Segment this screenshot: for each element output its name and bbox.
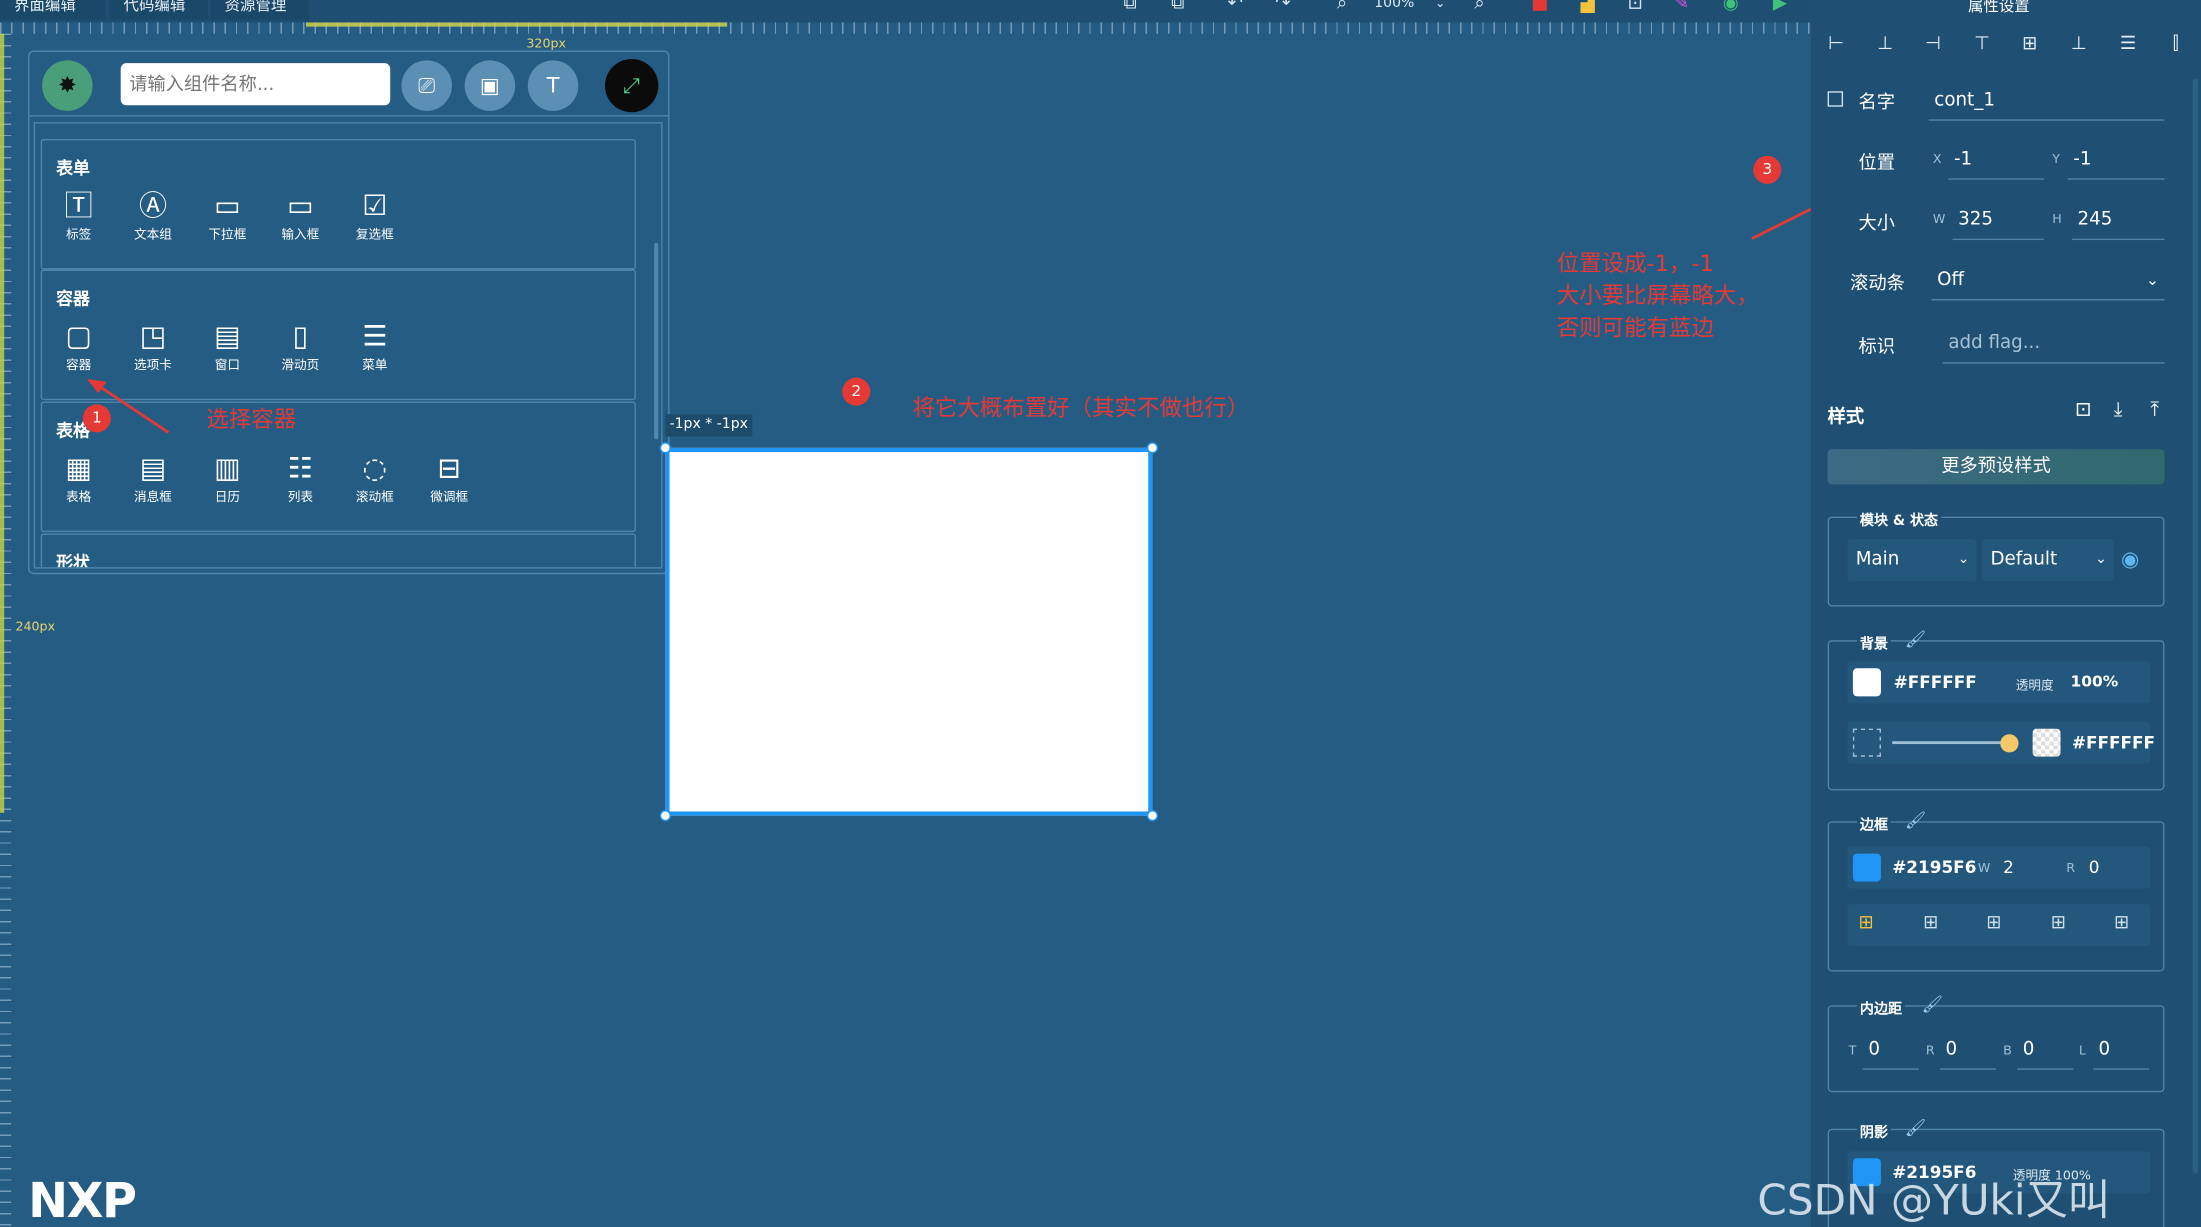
watermark: CSDN @YUki又叫6777 bbox=[1757, 1176, 2110, 1226]
position-label: 位置 bbox=[1858, 153, 1896, 175]
padding-left-field[interactable]: 0 bbox=[2092, 1030, 2150, 1070]
export-style-icon[interactable]: ⤒ bbox=[2143, 399, 2165, 421]
grad-color-swatch[interactable] bbox=[2032, 728, 2061, 757]
part-select[interactable]: Main ⌄ bbox=[1847, 539, 1977, 582]
chevron-down-icon: ⌄ bbox=[2145, 270, 2159, 290]
x-field[interactable]: -1 bbox=[1948, 140, 2044, 180]
background-title: 背景 bbox=[1857, 631, 1891, 653]
annotation-pos-line2: 大小要比屏幕略大， bbox=[1556, 282, 1759, 309]
annotation-number-1: 1 bbox=[82, 404, 111, 433]
annotation-number-3: 3 bbox=[1753, 155, 1782, 184]
properties-panel: 属性设置 ⊢ ⊥ ⊣ ⊤ ⊞ ⊥ ☰ ⫿ 名字 cont_1 位置 X -1 Y… bbox=[1810, 0, 2201, 1227]
import-icon[interactable]: ⤓ bbox=[2107, 399, 2129, 421]
w-prefix: W bbox=[1932, 213, 1946, 228]
pad-l-prefix: L bbox=[2078, 1044, 2086, 1059]
grad-color-value[interactable]: #FFFFFF bbox=[2072, 733, 2155, 753]
bg-opacity-value[interactable]: 100% bbox=[2070, 672, 2118, 690]
brush-icon[interactable]: 🖌 bbox=[1922, 994, 1943, 1014]
padding-box: 内边距 🖌 T 0 R 0 B 0 L 0 bbox=[1827, 994, 2165, 1093]
scrollbar-label: 滚动条 bbox=[1850, 273, 1905, 295]
size-label: 大小 bbox=[1858, 213, 1896, 235]
border-all-icon[interactable]: ⊞ bbox=[1858, 913, 1873, 934]
annotation-number-2: 2 bbox=[842, 377, 871, 406]
properties-scrollbar[interactable] bbox=[2192, 78, 2199, 1174]
padding-bottom-field[interactable]: 0 bbox=[2017, 1030, 2074, 1070]
pad-r-prefix: R bbox=[1925, 1044, 1935, 1059]
border-row: #2195F6 W 2 R 0 bbox=[1847, 846, 2151, 889]
border-top-icon[interactable]: ⊞ bbox=[1986, 913, 2001, 934]
save-style-icon[interactable]: ⊡ bbox=[2072, 399, 2094, 421]
scrollbar-value: Off bbox=[1937, 269, 1965, 291]
annotation-arrange: 将它大概布置好（其实不做也行） bbox=[912, 394, 1250, 422]
border-bottom-icon[interactable]: ⊞ bbox=[2051, 913, 2066, 934]
brush-icon[interactable]: 🖌 bbox=[1905, 810, 1926, 830]
nxp-logo: NXP bbox=[28, 1173, 137, 1227]
h-field[interactable]: 245 bbox=[2071, 201, 2165, 241]
part-value: Main bbox=[1855, 548, 1900, 570]
style-title: 样式 bbox=[1827, 407, 1865, 429]
app-root: 界面编辑 代码编辑 资源管理 ⧉ ⧉ ↶ ↷ ⌕ 100% ⌄ ⌕ ■ ▟ ⊡ … bbox=[0, 0, 2201, 1227]
pad-b-prefix: B bbox=[2003, 1044, 2012, 1059]
properties-title: 属性设置 bbox=[1967, 0, 2030, 16]
eye-icon[interactable]: ◉ bbox=[2121, 546, 2139, 571]
padding-top-field[interactable]: 0 bbox=[1862, 1030, 1919, 1070]
padding-title: 内边距 bbox=[1857, 996, 1905, 1018]
border-w-prefix: W bbox=[1977, 861, 1991, 877]
border-width-value[interactable]: 2 bbox=[2003, 858, 2014, 878]
brush-icon[interactable]: 🖌 bbox=[1905, 629, 1926, 649]
border-color-swatch[interactable] bbox=[1852, 853, 1881, 882]
scrollbar-select[interactable]: Off ⌄ bbox=[1931, 261, 2165, 301]
bg-color-value[interactable]: #FFFFFF bbox=[1894, 672, 1977, 692]
annotation-select-container: 选择容器 bbox=[206, 405, 297, 433]
border-title: 边框 bbox=[1857, 812, 1891, 834]
border-radius-value[interactable]: 0 bbox=[2089, 858, 2100, 878]
part-state-title: 模块 & 状态 bbox=[1857, 508, 1941, 530]
border-r-prefix: R bbox=[2066, 861, 2076, 877]
flag-label: 标识 bbox=[1858, 336, 1896, 358]
bg-image-icon[interactable] bbox=[1852, 728, 1881, 757]
bg-color-swatch[interactable] bbox=[1852, 668, 1881, 697]
annotation-pos-line1: 位置设成-1，-1 bbox=[1556, 249, 1714, 277]
y-field[interactable]: -1 bbox=[2067, 140, 2165, 180]
border-left-icon[interactable]: ⊞ bbox=[1923, 913, 1938, 934]
padding-right-field[interactable]: 0 bbox=[1939, 1030, 1997, 1070]
align-bottom-icon[interactable]: ⊥ bbox=[2068, 34, 2090, 56]
border-color-value[interactable]: #2195F6 bbox=[1892, 858, 1976, 878]
part-state-box: 模块 & 状态 Main ⌄ Default ⌄ ◉ bbox=[1827, 508, 2165, 607]
border-box: 边框 🖌 #2195F6 W 2 R 0 ⊞ ⊞ ⊞ ⊞ ⊞ bbox=[1827, 810, 2165, 972]
border-side-row: ⊞ ⊞ ⊞ ⊞ ⊞ bbox=[1847, 904, 2151, 947]
shadow-title: 阴影 bbox=[1857, 1120, 1891, 1142]
distribute-h-icon[interactable]: ☰ bbox=[2117, 34, 2139, 56]
distribute-v-icon[interactable]: ⫿ bbox=[2165, 34, 2187, 56]
bg-opacity-label: 透明度 bbox=[2015, 679, 2054, 694]
name-field[interactable]: cont_1 bbox=[1928, 81, 2165, 121]
align-left-icon[interactable]: ⊢ bbox=[1825, 34, 1847, 56]
x-prefix: X bbox=[1932, 153, 1942, 168]
bg-gradient-row: #FFFFFF bbox=[1847, 721, 2155, 764]
align-hcenter-icon[interactable]: ⊥ bbox=[1874, 34, 1896, 56]
pad-t-prefix: T bbox=[1848, 1044, 1857, 1059]
gradient-slider-track[interactable] bbox=[1892, 741, 2011, 745]
background-box: 背景 🖌 #FFFFFF 透明度 100% #FFFFFF bbox=[1827, 629, 2165, 791]
align-top-icon[interactable]: ⊤ bbox=[1971, 34, 1993, 56]
h-prefix: H bbox=[2052, 213, 2062, 228]
align-right-icon[interactable]: ⊣ bbox=[1922, 34, 1944, 56]
y-prefix: Y bbox=[2052, 153, 2060, 168]
annotation-pos-line3: 否则可能有蓝边 bbox=[1556, 314, 1714, 342]
gradient-slider-handle[interactable] bbox=[2000, 734, 2019, 753]
bg-color-row: #FFFFFF 透明度 100% bbox=[1847, 661, 2151, 704]
name-label: 名字 bbox=[1858, 92, 1896, 114]
align-vcenter-icon[interactable]: ⊞ bbox=[2019, 34, 2041, 56]
more-presets-button[interactable]: 更多预设样式 bbox=[1827, 449, 2165, 485]
border-right-icon[interactable]: ⊞ bbox=[2114, 913, 2129, 934]
state-select[interactable]: Default ⌄ bbox=[1982, 539, 2114, 582]
flag-input[interactable]: add flag... bbox=[1942, 324, 2165, 364]
chevron-down-icon: ⌄ bbox=[2095, 551, 2107, 568]
w-field[interactable]: 325 bbox=[1952, 201, 2044, 241]
arrow-1-head bbox=[87, 379, 107, 394]
brush-icon[interactable]: 🖌 bbox=[1905, 1118, 1926, 1138]
state-value: Default bbox=[1990, 548, 2058, 570]
chevron-down-icon: ⌄ bbox=[1957, 551, 1970, 568]
hidden-checkbox[interactable] bbox=[1827, 91, 1844, 107]
